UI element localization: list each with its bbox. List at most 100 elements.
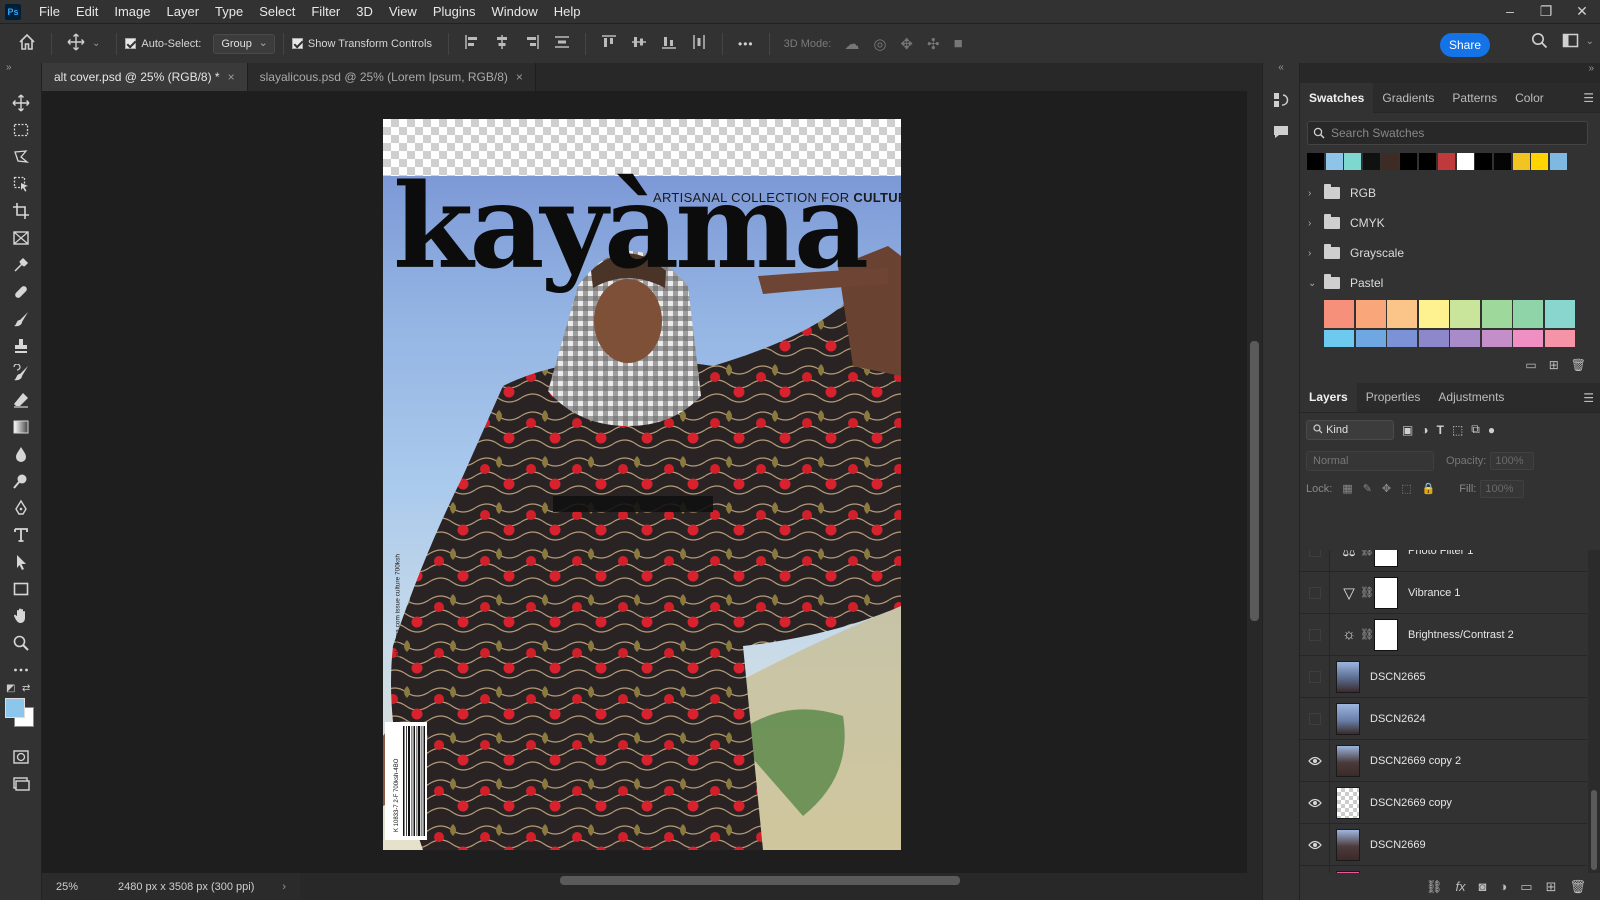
orbit-3d-icon[interactable]: ☁ bbox=[844, 35, 859, 53]
tab-alt-cover[interactable]: alt cover.psd @ 25% (RGB/8) * × bbox=[42, 63, 248, 91]
new-group-icon[interactable]: ▭ bbox=[1520, 879, 1532, 895]
healing-brush-tool[interactable] bbox=[0, 278, 42, 305]
share-button[interactable]: Share bbox=[1440, 33, 1490, 57]
new-layer-icon[interactable]: ⊞ bbox=[1546, 879, 1557, 895]
menu-plugins[interactable]: Plugins bbox=[425, 0, 484, 23]
tab-swatches[interactable]: Swatches bbox=[1300, 82, 1374, 113]
hand-tool[interactable] bbox=[0, 602, 42, 629]
distribute-vertical-icon[interactable] bbox=[554, 34, 570, 54]
layer-mask-thumbnail[interactable] bbox=[1374, 550, 1398, 567]
layer-row[interactable]: DSCN2669 copy 2 bbox=[1300, 739, 1587, 782]
zoom-tool[interactable] bbox=[0, 629, 42, 656]
zoom-level[interactable]: 25% bbox=[42, 881, 92, 893]
lasso-tool[interactable] bbox=[0, 143, 42, 170]
swatch-color[interactable] bbox=[1387, 329, 1417, 347]
swatch-group-pastel[interactable]: ⌄ Pastel bbox=[1300, 268, 1600, 298]
move-tool[interactable] bbox=[0, 89, 42, 116]
link-layers-icon[interactable]: ⛓ bbox=[1426, 879, 1443, 895]
menu-image[interactable]: Image bbox=[106, 0, 158, 23]
foreground-color-swatch[interactable] bbox=[5, 698, 25, 718]
visibility-toggle[interactable] bbox=[1300, 781, 1330, 824]
type-filter-icon[interactable]: T bbox=[1437, 423, 1444, 437]
comments-panel-button[interactable] bbox=[1263, 117, 1299, 147]
swatch-color[interactable] bbox=[1355, 329, 1386, 347]
new-group-folder-icon[interactable]: ▭ bbox=[1525, 358, 1536, 372]
lock-image-icon[interactable]: ✎ bbox=[1363, 482, 1372, 495]
video-camera-icon[interactable]: ■ bbox=[954, 35, 963, 52]
canvas-area[interactable]: ARTISANAL COLLECTION FOR CULTURE kayàma … bbox=[42, 91, 1247, 873]
marquee-tool[interactable] bbox=[0, 116, 42, 143]
fx-icon[interactable]: fx bbox=[1455, 879, 1465, 894]
show-transform-checkbox[interactable] bbox=[291, 38, 303, 49]
tab-adjustments[interactable]: Adjustments bbox=[1429, 382, 1513, 412]
menu-edit[interactable]: Edit bbox=[68, 0, 106, 23]
dodge-tool[interactable] bbox=[0, 467, 42, 494]
workspace-icon[interactable] bbox=[1562, 32, 1579, 53]
align-middle-icon[interactable] bbox=[631, 34, 647, 54]
adjustment-layer-icon[interactable]: ◑ bbox=[1499, 879, 1507, 894]
swatch-color[interactable] bbox=[1544, 329, 1575, 347]
smart-object-filter-icon[interactable]: ⧉ bbox=[1471, 422, 1480, 437]
image-filter-icon[interactable]: ▣ bbox=[1402, 423, 1413, 437]
roll-3d-icon[interactable]: ◎ bbox=[873, 35, 886, 53]
history-brush-tool[interactable] bbox=[0, 359, 42, 386]
blend-mode-dropdown[interactable]: Normal bbox=[1306, 450, 1434, 471]
visibility-toggle[interactable] bbox=[1300, 655, 1330, 698]
opacity-field[interactable]: 100% bbox=[1490, 451, 1535, 470]
layer-row[interactable]: ☼ ⛓ Brightness/Contrast 2 bbox=[1300, 613, 1587, 656]
auto-select-dropdown[interactable]: Group bbox=[213, 33, 275, 54]
screen-mode-button[interactable] bbox=[0, 770, 42, 797]
pen-tool[interactable] bbox=[0, 494, 42, 521]
tab-color[interactable]: Color bbox=[1506, 83, 1553, 113]
menu-file[interactable]: File bbox=[31, 0, 68, 23]
trash-icon[interactable]: 🗑 bbox=[1571, 358, 1586, 372]
visibility-toggle[interactable] bbox=[1300, 697, 1330, 740]
align-left-icon[interactable] bbox=[464, 34, 480, 54]
panel-collapse-icon[interactable]: » bbox=[1300, 63, 1600, 83]
crop-tool[interactable] bbox=[0, 197, 42, 224]
swatch-color[interactable] bbox=[1549, 153, 1567, 170]
visibility-toggle[interactable] bbox=[1300, 571, 1330, 614]
swatch-color[interactable] bbox=[1344, 153, 1362, 170]
menu-view[interactable]: View bbox=[381, 0, 425, 23]
move-tool-preset-icon[interactable] bbox=[67, 33, 85, 55]
rectangle-tool[interactable] bbox=[0, 575, 42, 602]
align-top-icon[interactable] bbox=[601, 34, 617, 54]
auto-select-checkbox[interactable] bbox=[125, 38, 137, 49]
swatch-color[interactable] bbox=[1419, 153, 1437, 170]
tab-gradients[interactable]: Gradients bbox=[1373, 83, 1443, 113]
slide-3d-icon[interactable]: ✣ bbox=[927, 35, 940, 53]
swatch-group-rgb[interactable]: › RGB bbox=[1300, 178, 1600, 208]
gradient-tool[interactable] bbox=[0, 413, 42, 440]
menu-window[interactable]: Window bbox=[483, 0, 545, 23]
layer-row[interactable]: DSCN2669 bbox=[1300, 823, 1587, 866]
menu-filter[interactable]: Filter bbox=[303, 0, 348, 23]
restore-button[interactable]: ❐ bbox=[1528, 0, 1564, 23]
swatch-color[interactable] bbox=[1450, 300, 1480, 328]
visibility-toggle[interactable] bbox=[1300, 823, 1330, 866]
brush-tool[interactable] bbox=[0, 305, 42, 332]
swatch-color[interactable] bbox=[1481, 329, 1512, 347]
swatch-color[interactable] bbox=[1324, 329, 1354, 347]
minimize-button[interactable]: – bbox=[1492, 0, 1528, 23]
swatch-search-field[interactable]: Search Swatches bbox=[1307, 121, 1588, 145]
blur-tool[interactable] bbox=[0, 440, 42, 467]
frame-tool[interactable] bbox=[0, 224, 42, 251]
close-tab-icon[interactable]: × bbox=[516, 70, 523, 84]
status-menu-arrow[interactable]: › bbox=[282, 881, 286, 893]
swatch-color[interactable] bbox=[1450, 329, 1480, 347]
eraser-tool[interactable] bbox=[0, 386, 42, 413]
panel-menu-icon[interactable]: ☰ bbox=[1583, 91, 1594, 105]
layer-row[interactable]: DSCN2669 copy bbox=[1300, 781, 1587, 824]
collapse-icon[interactable]: « bbox=[1263, 63, 1299, 83]
swatch-color[interactable] bbox=[1475, 153, 1493, 170]
close-window-button[interactable]: ✕ bbox=[1564, 0, 1600, 23]
layer-row[interactable]: DSCN2624 bbox=[1300, 697, 1587, 740]
visibility-toggle[interactable] bbox=[1300, 550, 1330, 572]
type-tool[interactable] bbox=[0, 521, 42, 548]
vertical-scrollbar[interactable] bbox=[1247, 91, 1262, 873]
swatch-color[interactable] bbox=[1437, 153, 1455, 170]
visibility-toggle[interactable] bbox=[1300, 739, 1330, 782]
more-tools[interactable] bbox=[0, 656, 42, 683]
swatch-color[interactable] bbox=[1456, 153, 1474, 170]
